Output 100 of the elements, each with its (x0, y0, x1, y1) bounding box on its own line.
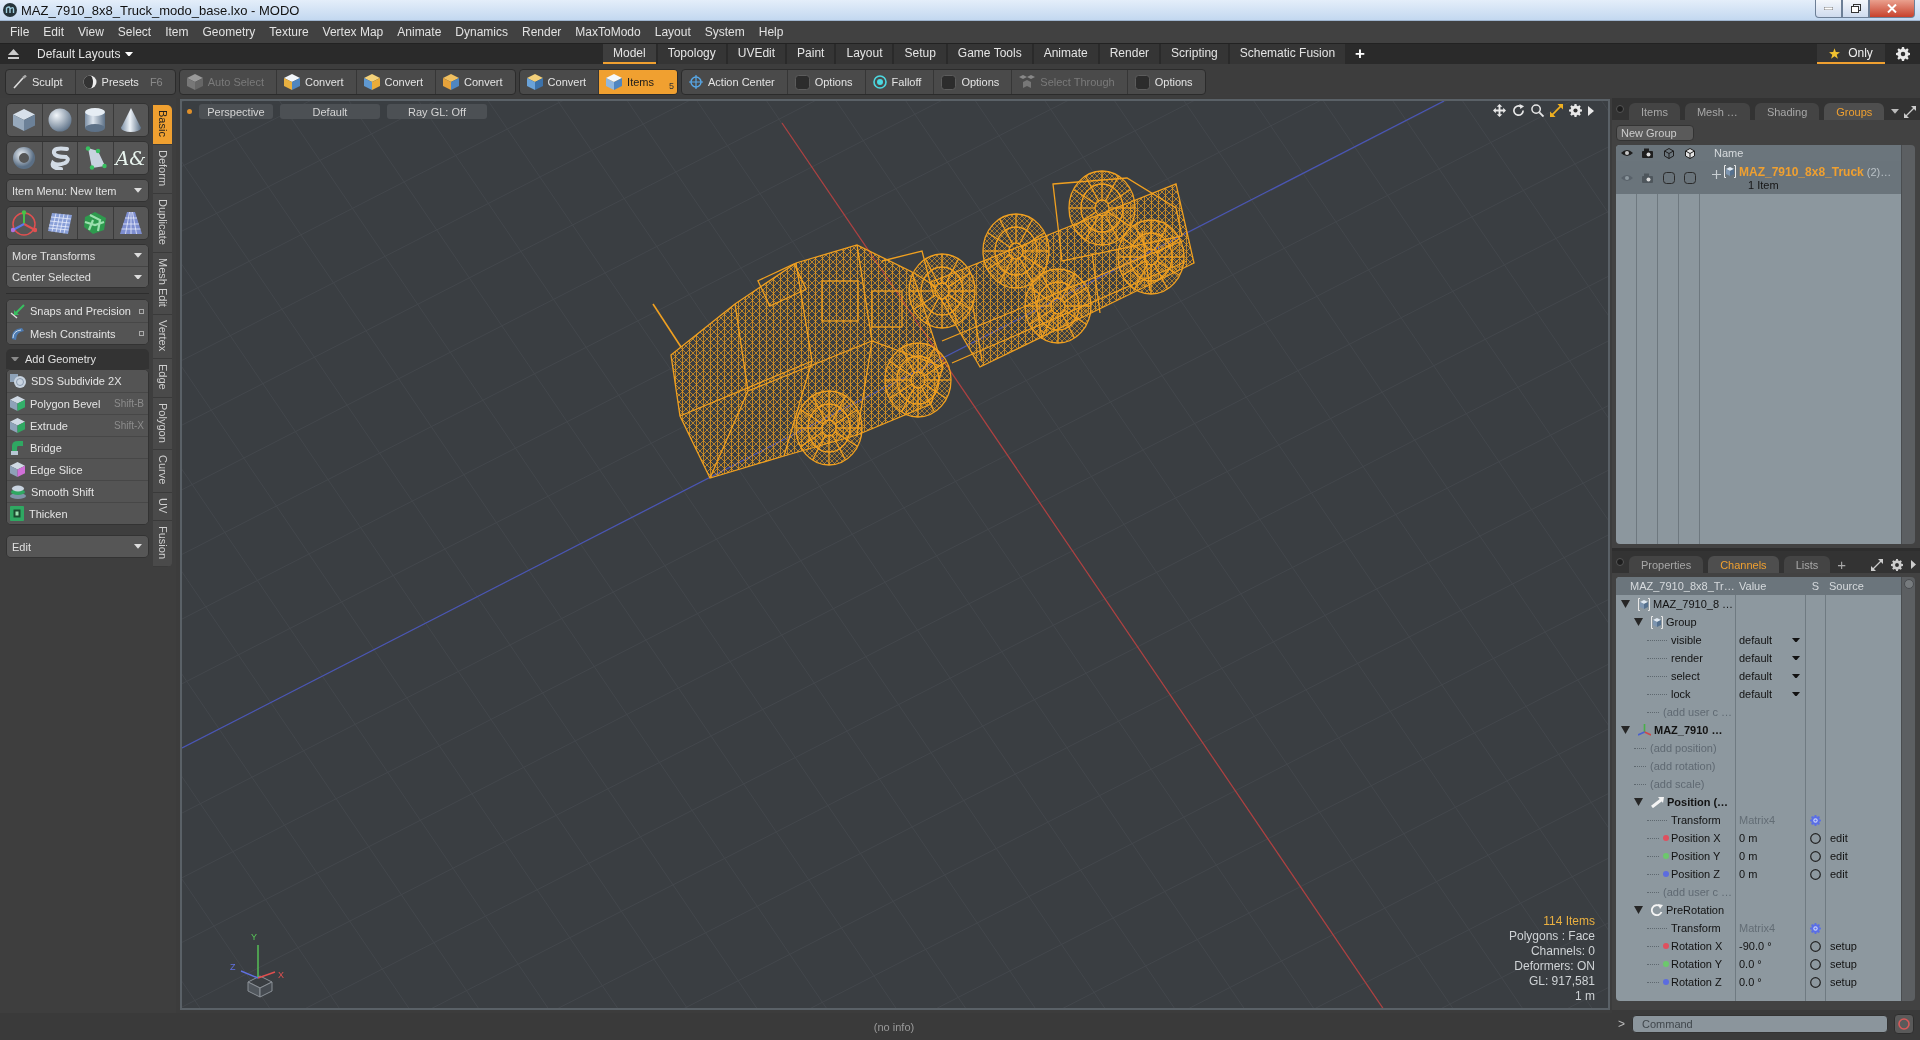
menu-item[interactable]: Render (515, 25, 569, 39)
layout-tab[interactable]: Model (603, 44, 656, 64)
layout-tab[interactable]: Setup (894, 44, 946, 64)
tool-button[interactable]: Smooth Shift (7, 480, 148, 502)
section-header[interactable]: Add Geometry (6, 349, 149, 369)
dropdown[interactable]: Edit (7, 536, 148, 557)
pen-button[interactable] (78, 142, 113, 174)
capsule-button[interactable] (42, 142, 77, 174)
new-group-button[interactable]: New Group (1616, 125, 1694, 141)
toolbar-button[interactable]: Convert (436, 70, 515, 94)
viewport-option-button[interactable]: Perspective (199, 104, 273, 119)
cone-button[interactable] (113, 104, 148, 136)
channel-tree-row[interactable]: Group (1616, 613, 1901, 631)
menu-item[interactable]: System (697, 25, 752, 39)
menu-item[interactable]: Geometry (195, 25, 263, 39)
tool-button[interactable]: Mesh Constraints (7, 322, 148, 344)
tool-button[interactable]: Edge Slice (7, 458, 148, 480)
layout-preset-dropdown[interactable]: Default Layouts (37, 47, 134, 61)
close-button[interactable] (1869, 0, 1915, 18)
tool-button[interactable]: Polygon Bevel Shift-B (7, 392, 148, 414)
channel-tree-row[interactable]: Position (… (1616, 793, 1901, 811)
cube-button[interactable] (7, 104, 42, 136)
channel-value[interactable]: -90.0 ° (1739, 940, 1772, 952)
expanded-triangle-icon[interactable] (1634, 798, 1643, 806)
tool-button[interactable]: Snaps and Precision (7, 300, 148, 322)
layout-tab[interactable]: UVEdit (727, 44, 786, 64)
only-filter-button[interactable]: Only (1817, 44, 1885, 64)
maximize-button[interactable] (1842, 0, 1869, 18)
scrollbar[interactable] (1901, 577, 1915, 1001)
plane-button[interactable] (42, 207, 77, 239)
toolbar-button[interactable]: Options (787, 70, 866, 94)
tool-button[interactable]: Thicken (7, 502, 148, 524)
cylinder-button[interactable] (78, 104, 113, 136)
menu-item[interactable]: Vertex Map (315, 25, 391, 39)
toolbar-button[interactable]: Convert (356, 70, 437, 94)
record-button[interactable] (1894, 1014, 1914, 1034)
menu-item[interactable]: Edit (36, 25, 72, 39)
add-tab-button[interactable]: + (1347, 44, 1374, 64)
channel-tree-row[interactable]: MAZ_7910 … (1616, 721, 1901, 739)
panel-tab[interactable]: Lists (1783, 556, 1831, 573)
menu-item[interactable]: Help (751, 25, 791, 39)
layout-tab[interactable]: Topology (657, 44, 726, 64)
table-row[interactable]: MAZ_7910_8x8_Truck (2)… 1 Item (1616, 161, 1901, 194)
toolbar-button[interactable]: Falloff (865, 70, 935, 94)
channel-tree-row[interactable]: PreRotation (1616, 901, 1901, 919)
panel-tab[interactable]: Groups (1824, 103, 1885, 120)
toolbar-button[interactable]: Presets F6 (75, 70, 175, 94)
viewport-option-button[interactable]: Ray GL: Off (387, 104, 487, 119)
channel-value[interactable]: 0.0 ° (1739, 958, 1762, 970)
expand-plus-icon[interactable] (1712, 170, 1721, 179)
menu-item[interactable]: Item (158, 25, 196, 39)
text-tool-button[interactable]: A& (113, 142, 148, 174)
expanded-triangle-icon[interactable] (1634, 618, 1643, 626)
minimize-button[interactable] (1815, 0, 1842, 18)
scrollbar[interactable] (1901, 145, 1915, 544)
checker-button[interactable] (78, 207, 113, 239)
value-dropdown[interactable]: default (1739, 650, 1803, 666)
viewport-option-button[interactable]: Default (280, 104, 380, 119)
channel-value[interactable]: 0 m (1739, 868, 1758, 880)
expanded-triangle-icon[interactable] (1621, 600, 1630, 608)
channel-tree-row[interactable]: MAZ_7910_8 … (1616, 595, 1901, 613)
dropdown[interactable]: Item Menu: New Item (7, 180, 148, 201)
toolbar-button[interactable]: Action Center (682, 70, 788, 94)
panel-tab[interactable]: Channels (1708, 556, 1779, 573)
menu-item[interactable]: Animate (390, 25, 449, 39)
tool-button[interactable]: Bridge (7, 436, 148, 458)
menu-item[interactable]: Select (110, 25, 159, 39)
add-tab-button[interactable]: + (1837, 556, 1846, 573)
value-dropdown[interactable]: default (1739, 686, 1803, 702)
trapezoid-button[interactable] (113, 207, 148, 239)
toolbar-button[interactable]: Sculpt (6, 70, 76, 94)
torus-button[interactable] (7, 142, 42, 174)
toolbar-button[interactable]: Options (934, 70, 1013, 94)
layout-tab[interactable]: Schematic Fusion (1229, 44, 1346, 64)
side-tab[interactable]: Basic (153, 105, 172, 145)
expanded-triangle-icon[interactable] (1634, 906, 1643, 914)
value-dropdown[interactable]: default (1739, 668, 1803, 684)
panel-tab[interactable]: Properties (1629, 556, 1704, 573)
channel-value[interactable]: 0.0 ° (1739, 976, 1762, 988)
layout-tab[interactable]: Scripting (1161, 44, 1228, 64)
toolbar-button[interactable]: Options (1127, 70, 1205, 94)
value-dropdown[interactable]: default (1739, 632, 1803, 648)
command-field[interactable]: Command (1632, 1015, 1888, 1033)
toolbar-button[interactable]: Convert (277, 70, 357, 94)
menu-item[interactable]: Dynamics (448, 25, 515, 39)
dropdown[interactable]: Center Selected (7, 266, 148, 287)
panel-tab[interactable]: Mesh … (1684, 103, 1750, 120)
menu-item[interactable]: Texture (262, 25, 316, 39)
channel-value[interactable]: 0 m (1739, 850, 1758, 862)
panel-tab[interactable]: Items (1629, 103, 1680, 120)
channel-value[interactable]: 0 m (1739, 832, 1758, 844)
sphere-button[interactable] (42, 104, 77, 136)
toolbar-button[interactable]: Items 5 (599, 70, 678, 94)
toolbar-button[interactable]: Convert (519, 70, 600, 94)
menu-item[interactable]: Layout (647, 25, 698, 39)
layout-tab[interactable]: Layout (836, 44, 893, 64)
layout-tab[interactable]: Render (1099, 44, 1160, 64)
menu-item[interactable]: MaxToModo (568, 25, 648, 39)
layout-tab[interactable]: Animate (1033, 44, 1098, 64)
layout-tab[interactable]: Paint (787, 44, 835, 64)
